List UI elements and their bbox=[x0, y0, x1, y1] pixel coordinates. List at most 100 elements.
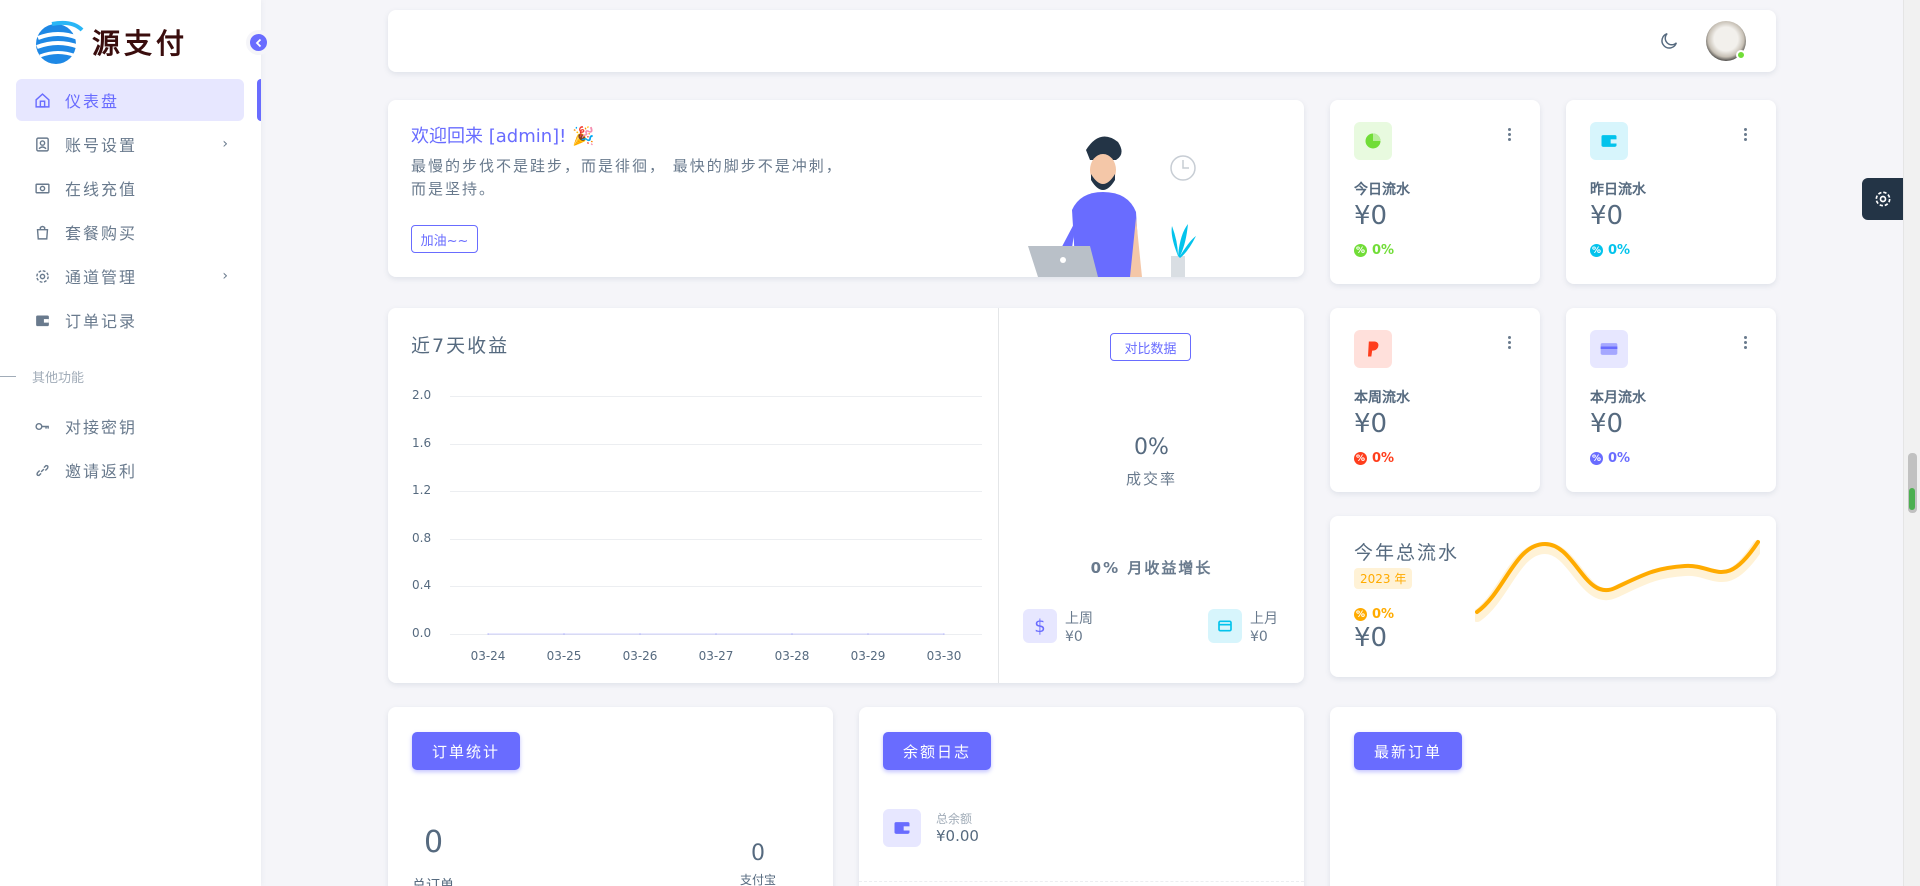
stat-change: % 0% bbox=[1354, 451, 1394, 466]
welcome-message-line: 而是坚持。 bbox=[411, 180, 497, 198]
dark-mode-toggle-icon[interactable] bbox=[1658, 30, 1680, 56]
welcome-card: 欢迎回来 [admin]! 🎉 最慢的步伐不是跬步，而是徘徊， 最快的脚步不是冲… bbox=[388, 100, 1304, 277]
last-month-summary: 上月 ¥0 bbox=[1250, 610, 1278, 646]
data-point[interactable] bbox=[487, 633, 489, 635]
credit-card-icon bbox=[1590, 330, 1628, 368]
more-options-icon[interactable] bbox=[1508, 128, 1512, 143]
stat-change: % 0% bbox=[1590, 451, 1630, 466]
balance-log-card: 余额日志 总余额 ¥0.00 bbox=[859, 707, 1304, 886]
total-orders-label: 总订单 bbox=[412, 878, 454, 886]
active-indicator bbox=[257, 79, 261, 121]
sidebar-item-label: 套餐购买 bbox=[65, 224, 138, 243]
collapse-sidebar-button[interactable] bbox=[246, 30, 271, 55]
user-avatar[interactable] bbox=[1706, 21, 1746, 61]
stat-change-value: 0% bbox=[1372, 243, 1395, 258]
year-change-value: 0% bbox=[1372, 607, 1395, 622]
menu-section-header: 其他功能 bbox=[0, 367, 84, 386]
stat-change-value: 0% bbox=[1372, 451, 1395, 466]
divider bbox=[998, 308, 999, 683]
sidebar-item-packages[interactable]: 套餐购买 bbox=[16, 211, 244, 253]
top-navbar bbox=[388, 10, 1776, 72]
stat-change-value: 0% bbox=[1608, 451, 1631, 466]
percent-icon: % bbox=[1590, 452, 1603, 465]
sidebar-item-api-key[interactable]: 对接密钥 bbox=[16, 405, 244, 447]
stat-change-value: 0% bbox=[1608, 243, 1631, 258]
data-point[interactable] bbox=[563, 633, 565, 635]
revenue-card: 近7天收益 2.0 1.6 1.2 0.8 0.4 0.0 03-24 03-25 03-26 0… bbox=[388, 308, 1304, 683]
link-icon bbox=[33, 461, 51, 479]
percent-icon: % bbox=[1590, 244, 1603, 257]
data-point[interactable] bbox=[639, 633, 641, 635]
stat-label: 今日流水 bbox=[1354, 182, 1410, 198]
last-month-value: ¥0 bbox=[1250, 629, 1268, 645]
alipay-orders-value: 0 bbox=[751, 841, 765, 866]
stat-label: 昨日流水 bbox=[1590, 182, 1646, 198]
welcome-message: 最慢的步伐不是跬步，而是徘徊， 最快的脚步不是冲刺， 而是坚持。 bbox=[411, 155, 881, 201]
stat-value: ¥0 bbox=[1354, 201, 1388, 231]
sidebar-item-dashboard[interactable]: 仪表盘 bbox=[16, 79, 244, 121]
year-trend-sparkline bbox=[1475, 540, 1760, 622]
stat-value: ¥0 bbox=[1590, 409, 1624, 439]
stat-card-today: 今日流水 ¥0 % 0% bbox=[1330, 100, 1540, 284]
order-stats-button[interactable]: 订单统计 bbox=[412, 732, 521, 770]
welcome-title: 欢迎回来 [admin]! 🎉 bbox=[411, 126, 595, 147]
more-options-icon[interactable] bbox=[1744, 128, 1748, 143]
sidebar-extra-menu: 对接密钥 邀请返利 bbox=[16, 405, 244, 493]
data-point[interactable] bbox=[791, 633, 793, 635]
cash-icon bbox=[33, 179, 51, 197]
stat-card-month: 本月流水 ¥0 % 0% bbox=[1566, 308, 1776, 492]
last-week-value: ¥0 bbox=[1065, 629, 1083, 645]
shopping-bag-icon bbox=[33, 223, 51, 241]
sidebar-item-label: 邀请返利 bbox=[65, 462, 138, 481]
year-total-value: ¥0 bbox=[1354, 623, 1388, 653]
sidebar-item-account-settings[interactable]: 账号设置 › bbox=[16, 123, 244, 165]
percent-icon: % bbox=[1354, 244, 1367, 257]
wallet-icon bbox=[1208, 609, 1242, 643]
latest-orders-button[interactable]: 最新订单 bbox=[1354, 732, 1463, 770]
sidebar-item-channels[interactable]: 通道管理 › bbox=[16, 255, 244, 297]
sidebar-menu: 仪表盘 账号设置 › 在线充值 套餐购买 通道管理 › 订单记录 bbox=[16, 79, 244, 343]
stat-value: ¥0 bbox=[1354, 409, 1388, 439]
order-stats-card: 订单统计 0 总订单 0 支付宝 bbox=[388, 707, 833, 886]
data-point[interactable] bbox=[715, 633, 717, 635]
year-total-card: 今年总流水 2023 年 % 0% ¥0 bbox=[1330, 516, 1776, 677]
divider bbox=[859, 881, 1304, 882]
sidebar-item-orders[interactable]: 订单记录 bbox=[16, 299, 244, 341]
sidebar-item-label: 对接密钥 bbox=[65, 418, 138, 437]
latest-orders-card: 最新订单 bbox=[1330, 707, 1776, 886]
stat-label: 本月流水 bbox=[1590, 390, 1646, 406]
wallet-icon bbox=[33, 311, 51, 329]
wallet-icon bbox=[883, 809, 921, 847]
year-badge: 2023 年 bbox=[1354, 568, 1413, 589]
sidebar: 源支付 仪表盘 账号设置 › 在线充值 套餐购买 通道管理 › 订单记录 其他功… bbox=[0, 0, 261, 886]
more-options-icon[interactable] bbox=[1744, 336, 1748, 351]
chevron-right-icon: › bbox=[222, 268, 230, 284]
brand-logo[interactable]: 源支付 bbox=[32, 16, 188, 68]
page-scrollbar[interactable] bbox=[1903, 0, 1920, 886]
globe-logo-icon bbox=[32, 16, 84, 68]
sidebar-item-referral[interactable]: 邀请返利 bbox=[16, 449, 244, 491]
more-options-icon[interactable] bbox=[1508, 336, 1512, 351]
chevron-left-icon bbox=[255, 38, 261, 47]
data-point[interactable] bbox=[943, 633, 945, 635]
user-card-icon bbox=[33, 135, 51, 153]
cheer-button[interactable]: 加油~~ bbox=[411, 225, 478, 253]
chart-plot bbox=[487, 633, 945, 635]
sidebar-item-recharge[interactable]: 在线充值 bbox=[16, 167, 244, 209]
man-with-laptop-illustration bbox=[1028, 136, 1196, 277]
year-change: % 0% bbox=[1354, 607, 1394, 622]
compare-data-button[interactable]: 对比数据 bbox=[1110, 333, 1191, 361]
stat-change: % 0% bbox=[1354, 243, 1394, 258]
stat-value: ¥0 bbox=[1590, 201, 1624, 231]
data-point[interactable] bbox=[867, 633, 869, 635]
total-balance-value: ¥0.00 bbox=[936, 827, 979, 845]
theme-settings-button[interactable] bbox=[1862, 178, 1904, 220]
conversion-rate-label: 成交率 bbox=[1125, 470, 1177, 488]
balance-log-button[interactable]: 余额日志 bbox=[883, 732, 992, 770]
scroll-indicator bbox=[1909, 488, 1915, 510]
stat-change: % 0% bbox=[1590, 243, 1630, 258]
divider bbox=[0, 376, 16, 377]
stat-card-week: 本周流水 ¥0 % 0% bbox=[1330, 308, 1540, 492]
total-balance-label: 总余额 bbox=[936, 812, 973, 826]
key-icon bbox=[33, 417, 51, 435]
